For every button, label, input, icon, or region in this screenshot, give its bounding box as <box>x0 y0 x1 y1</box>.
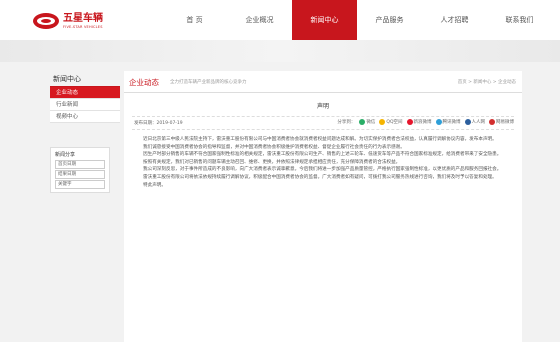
keyword-input[interactable]: 关键字 <box>55 180 105 189</box>
start-date-input[interactable]: 首页日期 <box>55 160 105 169</box>
article-paragraph: 按照有关规定，我们对已销售的问题车辆主动召回、维修、更换，并依照法律规定承担相应… <box>143 159 401 165</box>
site-logo[interactable]: 五星车辆 FIVE-STAR VEHICLES <box>33 11 103 31</box>
article-title: 声明 <box>316 103 329 110</box>
share-label: 分享到： <box>337 120 356 125</box>
logo-name-en: FIVE-STAR VEHICLES <box>63 24 103 29</box>
share-wechat[interactable]: 微信 <box>359 119 375 125</box>
sidebar-item-video-center[interactable]: 视频中心 <box>50 111 120 123</box>
article-paragraph: 近日北京第三中级人民法院主持下，雷沃重工股份有限公司与中国消费者协会就消费者权益… <box>143 137 497 142</box>
content-header: 企业动态 全力打造车辆产业新品牌的核心竞争力 首页 > 新闻中心 > 企业动态 <box>124 71 522 93</box>
site-header: 五星车辆 FIVE-STAR VEHICLES 首 页 企业概况 新闻中心 产品… <box>0 0 560 40</box>
share-tencent-weibo[interactable]: 腾讯微博 <box>435 119 461 125</box>
netease-icon <box>489 119 495 125</box>
share-icons: 分享到： 微信 QQ空间 新浪微博 腾讯微博 人人网 网易微博 <box>333 119 514 125</box>
nav-contact[interactable]: 联系我们 <box>487 0 552 40</box>
article-body: 近日北京第三中级人民法院主持下，雷沃重工股份有限公司与中国消费者协会就消费者权益… <box>124 130 522 189</box>
renren-icon <box>464 119 471 125</box>
article-paragraph: 雷沃重工股份有限公司将依法依规持续履行调解协议，积极配合中国消费者协会的监督。广… <box>143 174 497 180</box>
sidebar: 新闻中心 企业动态 行业新闻 视频中心 <box>50 71 120 123</box>
main-content: 企业动态 全力打造车辆产业新品牌的核心竞争力 首页 > 新闻中心 > 企业动态 … <box>124 71 522 342</box>
share-renren[interactable]: 人人网 <box>464 119 485 125</box>
nav-careers[interactable]: 人才招聘 <box>422 0 487 40</box>
main-nav: 首 页 企业概况 新闻中心 产品服务 人才招聘 联系我们 <box>162 0 552 40</box>
qzone-icon <box>379 119 386 125</box>
section-title: 企业动态 <box>129 78 159 87</box>
sidebar-item-company-news[interactable]: 企业动态 <box>50 87 120 99</box>
sidebar-item-industry-news[interactable]: 行业新闻 <box>50 99 120 111</box>
article-paragraph: 我公司深刻反思，对于事件所造成的不良影响，向广大消费者表示诚挚歉意。今后我们将进… <box>143 167 502 173</box>
wechat-icon <box>359 119 366 125</box>
news-share-box: 新闻分享 首页日期 结果日期 关键字 <box>50 147 110 193</box>
article-meta: 发布日期：2019-07-19 分享到： 微信 QQ空间 新浪微博 腾讯微博 人… <box>132 116 514 130</box>
tencent-weibo-icon <box>435 119 442 125</box>
nav-news[interactable]: 新闻中心 <box>292 0 357 40</box>
sidebar-title: 新闻中心 <box>50 71 120 87</box>
end-date-input[interactable]: 结果日期 <box>55 170 105 179</box>
article-paragraph: 特此声明。 <box>143 182 166 188</box>
share-box-title: 新闻分享 <box>55 152 76 158</box>
logo-text: 五星车辆 FIVE-STAR VEHICLES <box>63 13 103 30</box>
share-netease[interactable]: 网易微博 <box>489 119 514 125</box>
share-qzone[interactable]: QQ空间 <box>379 119 403 125</box>
logo-emblem-icon <box>33 13 59 29</box>
page-banner <box>0 40 560 62</box>
publish-date: 发布日期：2019-07-19 <box>134 121 183 126</box>
share-weibo[interactable]: 新浪微博 <box>406 119 432 125</box>
logo-name-cn: 五星车辆 <box>63 12 103 24</box>
weibo-icon <box>406 119 413 125</box>
section-subtitle: 全力打造车辆产业新品牌的核心竞争力 <box>170 80 247 85</box>
nav-products[interactable]: 产品服务 <box>357 0 422 40</box>
nav-home[interactable]: 首 页 <box>162 0 227 40</box>
nav-about[interactable]: 企业概况 <box>227 0 292 40</box>
article-paragraph: 我们诚恳接受中国消费者协会的指导和监督，并对中国消费者协会积极维护消费者权益、督… <box>143 144 405 150</box>
breadcrumb[interactable]: 首页 > 新闻中心 > 企业动态 <box>458 79 516 85</box>
article-paragraph: 因生产时部分销售的车辆不符合国家强制性标准的相关规定，雷沃重工股份有限公司生产、… <box>143 152 502 158</box>
